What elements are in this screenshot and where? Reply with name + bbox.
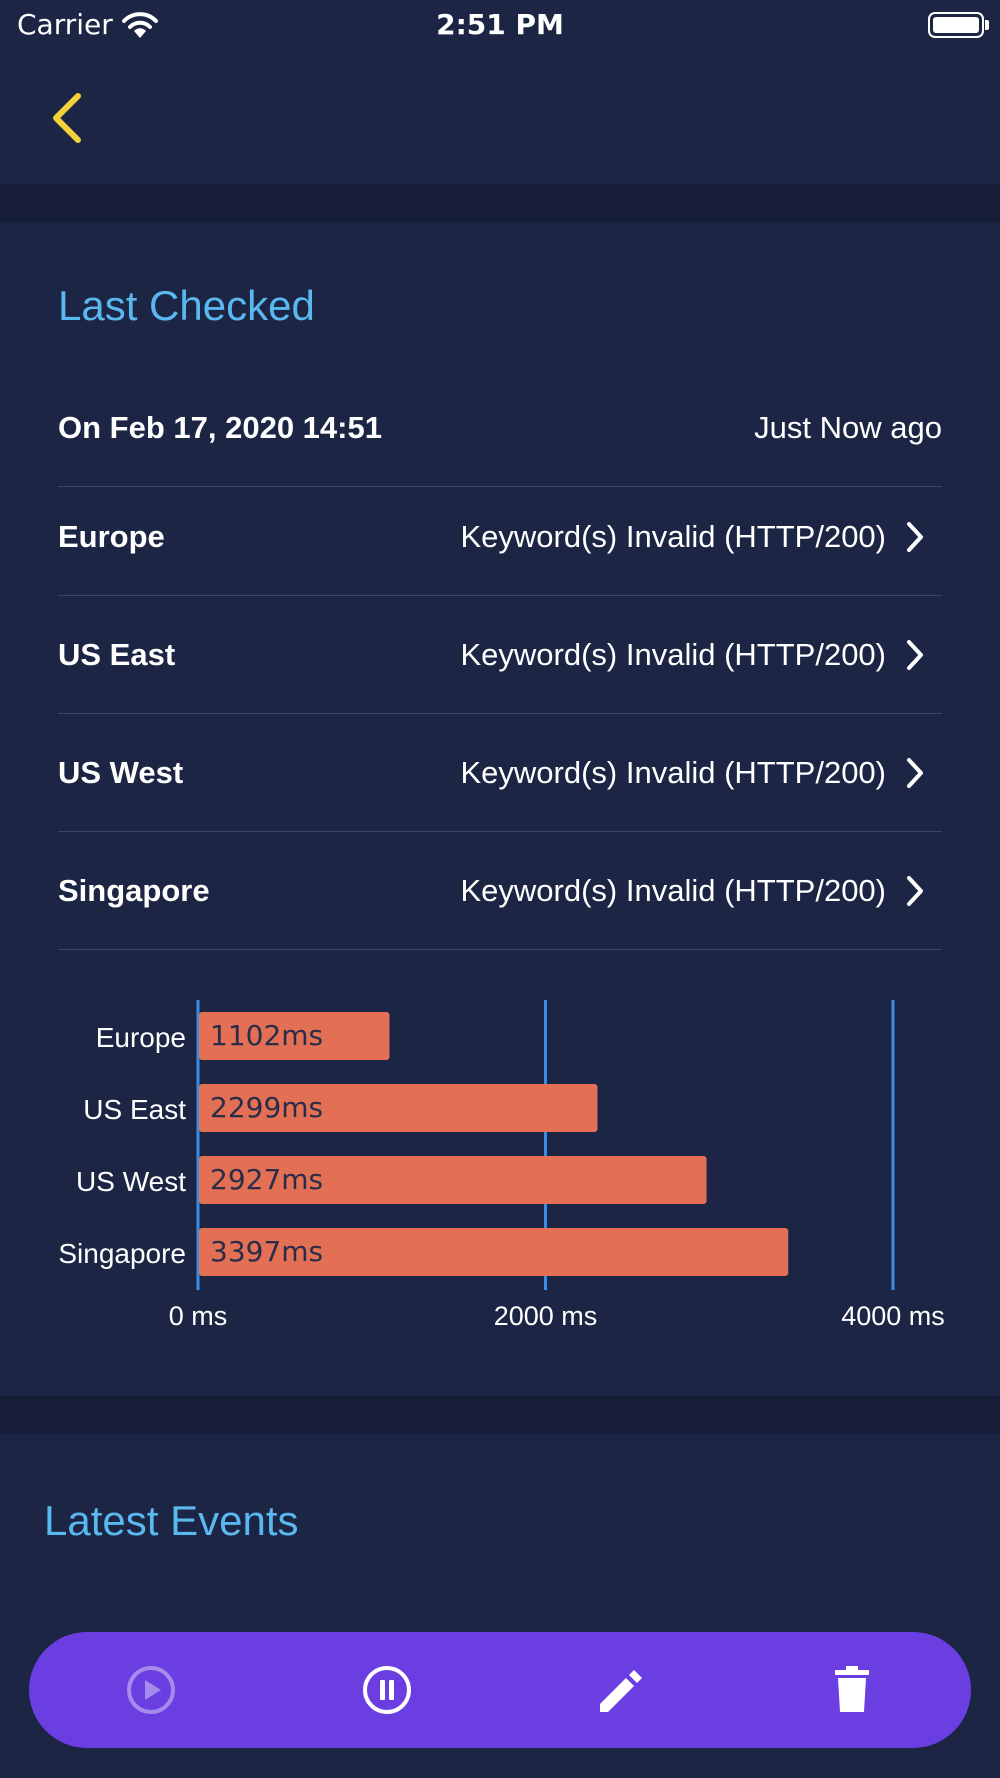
play-button[interactable]	[115, 1654, 187, 1726]
region-row-us-east[interactable]: US East Keyword(s) Invalid (HTTP/200)	[58, 596, 942, 714]
pause-circle-icon	[363, 1666, 411, 1714]
last-checked-relative-time: Just Now ago	[754, 410, 942, 445]
trash-icon	[835, 1666, 869, 1712]
pause-button[interactable]	[351, 1654, 423, 1726]
chevron-right-icon	[907, 758, 923, 788]
region-row-us-west[interactable]: US West Keyword(s) Invalid (HTTP/200)	[58, 714, 942, 832]
region-status: Keyword(s) Invalid (HTTP/200)	[460, 637, 886, 672]
last-checked-date-row: On Feb 17, 2020 14:51 Just Now ago	[58, 369, 942, 487]
play-circle-icon	[127, 1666, 175, 1714]
region-status: Keyword(s) Invalid (HTTP/200)	[460, 519, 886, 554]
battery-icon	[928, 12, 984, 38]
section-divider	[0, 184, 1000, 222]
chart-tick-label: 0 ms	[169, 1301, 228, 1330]
region-name: Singapore	[58, 873, 210, 908]
chart-bar-value-label: 3397ms	[210, 1235, 323, 1268]
chart-bar-value-label: 2927ms	[210, 1163, 323, 1196]
chart-category-label: Singapore	[58, 1238, 186, 1269]
back-button[interactable]	[44, 88, 94, 148]
chart-category-label: Europe	[96, 1022, 186, 1053]
bottom-toolbar	[29, 1632, 971, 1748]
region-row-europe[interactable]: Europe Keyword(s) Invalid (HTTP/200)	[58, 478, 942, 596]
region-name: US West	[58, 755, 184, 790]
delete-button[interactable]	[817, 1654, 889, 1726]
last-checked-title: Last Checked	[58, 282, 315, 329]
status-bar: Carrier 2:51 PM	[0, 0, 1000, 50]
latest-events-title: Latest Events	[44, 1497, 299, 1544]
response-time-chart: 1102ms Europe 2299ms US East 2927ms US West 33…	[58, 1000, 945, 1330]
chevron-right-icon	[907, 640, 923, 670]
chart-category-label: US East	[83, 1094, 186, 1125]
chart-bar-value-label: 2299ms	[210, 1091, 323, 1124]
region-status: Keyword(s) Invalid (HTTP/200)	[460, 873, 886, 908]
monitor-detail-screen: Carrier 2:51 PM Last Checked On Feb 17, …	[0, 0, 1000, 1778]
chevron-right-icon	[907, 876, 923, 906]
chart-bar-value-label: 1102ms	[210, 1019, 323, 1052]
chart-tick-label: 4000 ms	[841, 1301, 945, 1330]
chart-tick-label: 2000 ms	[494, 1301, 598, 1330]
region-status: Keyword(s) Invalid (HTTP/200)	[460, 755, 886, 790]
region-row-singapore[interactable]: Singapore Keyword(s) Invalid (HTTP/200)	[58, 832, 942, 950]
status-time: 2:51 PM	[436, 8, 564, 41]
last-checked-date: On Feb 17, 2020 14:51	[58, 410, 382, 445]
battery-tip	[985, 20, 989, 30]
region-name: US East	[58, 637, 176, 672]
edit-button[interactable]	[584, 1654, 656, 1726]
chevron-right-icon	[907, 522, 923, 552]
chart-category-label: US West	[76, 1166, 186, 1197]
region-name: Europe	[58, 519, 165, 554]
pencil-icon	[600, 1670, 642, 1712]
section-divider	[0, 1396, 1000, 1434]
chevron-left-icon	[53, 93, 81, 143]
